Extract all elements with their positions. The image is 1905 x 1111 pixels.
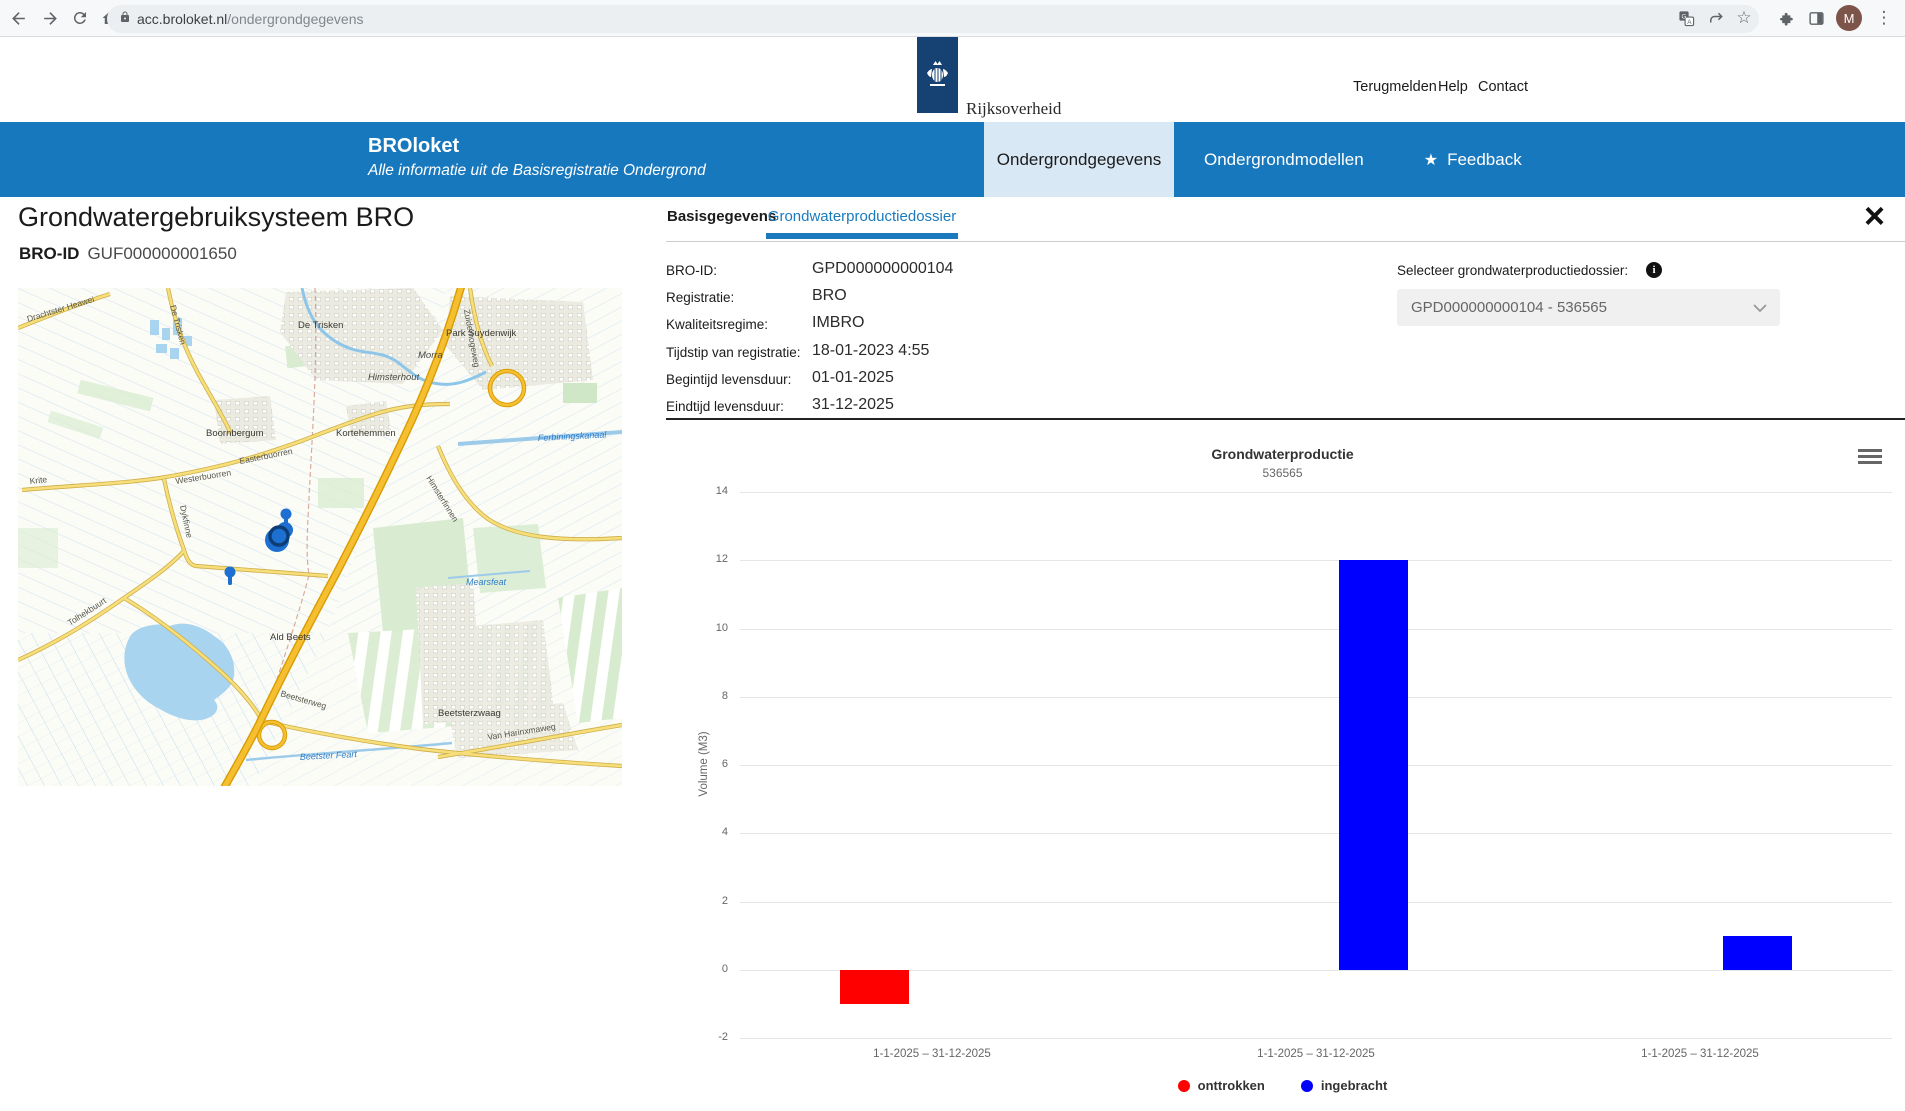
map-label: Beetsterzwaag bbox=[438, 708, 501, 719]
site-header: Rijksoverheid Terugmelden Help Contact bbox=[0, 37, 1905, 122]
details-list: BRO-ID:GPD000000000104 Registratie:BRO K… bbox=[666, 257, 1226, 420]
chart-gridline bbox=[740, 492, 1892, 493]
chart: Grondwaterproductie 536565 Volume (M3) 1… bbox=[666, 430, 1899, 1111]
browser-menu-icon[interactable]: ⋮ bbox=[1872, 6, 1896, 30]
star-icon: ★ bbox=[1424, 150, 1438, 170]
forward-icon[interactable] bbox=[38, 6, 62, 30]
bookmark-star-icon[interactable]: ☆ bbox=[1732, 6, 1756, 30]
legend-dot bbox=[1178, 1080, 1190, 1092]
reload-icon[interactable] bbox=[68, 6, 92, 30]
legend-dot bbox=[1301, 1080, 1313, 1092]
primary-navbar: BROloket Alle informatie uit de Basisreg… bbox=[0, 122, 1905, 197]
legend-label: onttrokken bbox=[1198, 1078, 1265, 1093]
map-label: Krite bbox=[29, 474, 48, 486]
chart-gridline bbox=[740, 1038, 1892, 1039]
brand-tagline: Alle informatie uit de Basisregistratie … bbox=[368, 162, 706, 180]
profile-avatar[interactable]: M bbox=[1836, 5, 1862, 31]
url-bar[interactable]: acc.broloket.nl/ondergrondgegevens bbox=[107, 5, 1759, 33]
brand-title: BROloket bbox=[368, 135, 706, 158]
url-text: acc.broloket.nl/ondergrondgegevens bbox=[137, 11, 364, 27]
detail-row: Tijdstip van registratie:18-01-2023 4:55 bbox=[666, 339, 1226, 366]
back-icon[interactable] bbox=[6, 6, 30, 30]
detail-row: Begintijd levensduur:01-01-2025 bbox=[666, 366, 1226, 393]
chevron-down-icon bbox=[1752, 303, 1768, 313]
chart-gridline bbox=[740, 833, 1892, 834]
map-label: Himsterhout bbox=[368, 372, 420, 383]
header-link-terugmelden[interactable]: Terugmelden bbox=[1353, 79, 1437, 95]
rijksoverheid-logo[interactable] bbox=[917, 37, 958, 113]
tab-grondwaterproductiedossier[interactable]: Grondwaterproductiedossier bbox=[766, 208, 958, 225]
map-label: Kortehemmen bbox=[336, 428, 396, 439]
extensions-icon[interactable] bbox=[1774, 6, 1798, 30]
chart-legend: onttrokken ingebracht bbox=[666, 1078, 1899, 1093]
detail-row: Registratie:BRO bbox=[666, 284, 1226, 311]
tab-basisgegevens[interactable]: Basisgegevens bbox=[667, 208, 776, 225]
legend-label: ingebracht bbox=[1321, 1078, 1387, 1093]
rijksoverheid-emblem bbox=[917, 37, 958, 113]
chart-bar-ingebracht[interactable] bbox=[1723, 936, 1792, 970]
brand: BROloket Alle informatie uit de Basisreg… bbox=[368, 135, 706, 180]
y-axis-tick: 2 bbox=[682, 895, 728, 907]
browser-chrome: acc.broloket.nl/ondergrondgegevens GA ☆ … bbox=[0, 0, 1905, 37]
chart-gridline bbox=[740, 629, 1892, 630]
chart-gridline bbox=[740, 902, 1892, 903]
chart-gridline bbox=[740, 697, 1892, 698]
map-label: Boornbergum bbox=[206, 428, 264, 439]
legend-item-ingebracht[interactable]: ingebracht bbox=[1301, 1078, 1387, 1093]
section-divider bbox=[666, 418, 1905, 420]
share-icon[interactable] bbox=[1704, 6, 1728, 30]
x-axis-label: 1-1-2025 – 31-12-2025 bbox=[802, 1048, 1062, 1060]
y-axis-tick: 0 bbox=[682, 963, 728, 975]
x-axis-label: 1-1-2025 – 31-12-2025 bbox=[1186, 1048, 1446, 1060]
map[interactable]: Drachtster HeaweiDe TriskenDe TriskenPar… bbox=[18, 288, 622, 786]
map-label: De Trisken bbox=[298, 320, 343, 331]
chart-plot: 14 12 10 8 6 4 2 0 -2 1-1-2025 – 31-12-2025 1-1-20… bbox=[666, 430, 1899, 1111]
translate-icon[interactable]: GA bbox=[1674, 6, 1698, 30]
page-title: Grondwatergebruiksysteem BRO bbox=[18, 202, 414, 233]
detail-row: BRO-ID:GPD000000000104 bbox=[666, 257, 1226, 284]
y-axis-tick: 6 bbox=[682, 758, 728, 770]
main-nav: Ondergrondgegevens Ondergrondmodellen ★ … bbox=[984, 122, 1552, 197]
tab-divider bbox=[666, 241, 1905, 242]
bro-id-label: BRO-ID bbox=[19, 244, 79, 263]
y-axis-tick: -2 bbox=[682, 1031, 728, 1043]
y-axis-tick: 12 bbox=[682, 553, 728, 565]
y-axis-tick: 8 bbox=[682, 690, 728, 702]
info-icon[interactable]: i bbox=[1646, 262, 1662, 278]
detail-row: Eindtijd levensduur:31-12-2025 bbox=[666, 393, 1226, 420]
nav-item-feedback[interactable]: ★ Feedback bbox=[1394, 122, 1552, 197]
chart-bar-ingebracht[interactable] bbox=[1339, 560, 1408, 970]
map-label: Morra bbox=[418, 350, 443, 361]
y-axis-tick: 10 bbox=[682, 622, 728, 634]
chart-gridline bbox=[740, 560, 1892, 561]
y-axis-tick: 4 bbox=[682, 826, 728, 838]
svg-text:G: G bbox=[1681, 13, 1686, 20]
nav-item-ondergrondgegevens[interactable]: Ondergrondgegevens bbox=[984, 122, 1174, 197]
map-label: Park Suydenwijk bbox=[446, 328, 516, 339]
bro-id-line: BRO-ID GUF000000001650 bbox=[19, 244, 237, 264]
detail-row: Kwaliteitsregime:IMBRO bbox=[666, 311, 1226, 338]
bro-id-value: GUF000000001650 bbox=[87, 244, 236, 263]
chart-bar-onttrokken[interactable] bbox=[840, 970, 909, 1004]
dossier-select[interactable]: GPD000000000104 - 536565 bbox=[1397, 289, 1780, 326]
x-axis-label: 1-1-2025 – 31-12-2025 bbox=[1570, 1048, 1830, 1060]
chart-gridline bbox=[740, 970, 1892, 971]
map-label: Mearsfeat bbox=[466, 577, 507, 587]
side-panel-icon[interactable] bbox=[1804, 6, 1828, 30]
map-label: Ald Beets bbox=[270, 632, 311, 643]
y-axis-tick: 14 bbox=[682, 485, 728, 497]
active-tab-underline bbox=[766, 233, 958, 239]
header-link-contact[interactable]: Contact bbox=[1478, 79, 1528, 95]
close-icon[interactable]: × bbox=[1864, 198, 1885, 234]
lock-icon bbox=[119, 10, 131, 29]
nav-item-ondergrondmodellen[interactable]: Ondergrondmodellen bbox=[1174, 122, 1394, 197]
logo-wordmark: Rijksoverheid bbox=[966, 99, 1061, 119]
legend-item-onttrokken[interactable]: onttrokken bbox=[1178, 1078, 1265, 1093]
header-link-help[interactable]: Help bbox=[1438, 79, 1468, 95]
dossier-select-label: Selecteer grondwaterproductiedossier: bbox=[1397, 263, 1628, 278]
chart-gridline bbox=[740, 765, 1892, 766]
